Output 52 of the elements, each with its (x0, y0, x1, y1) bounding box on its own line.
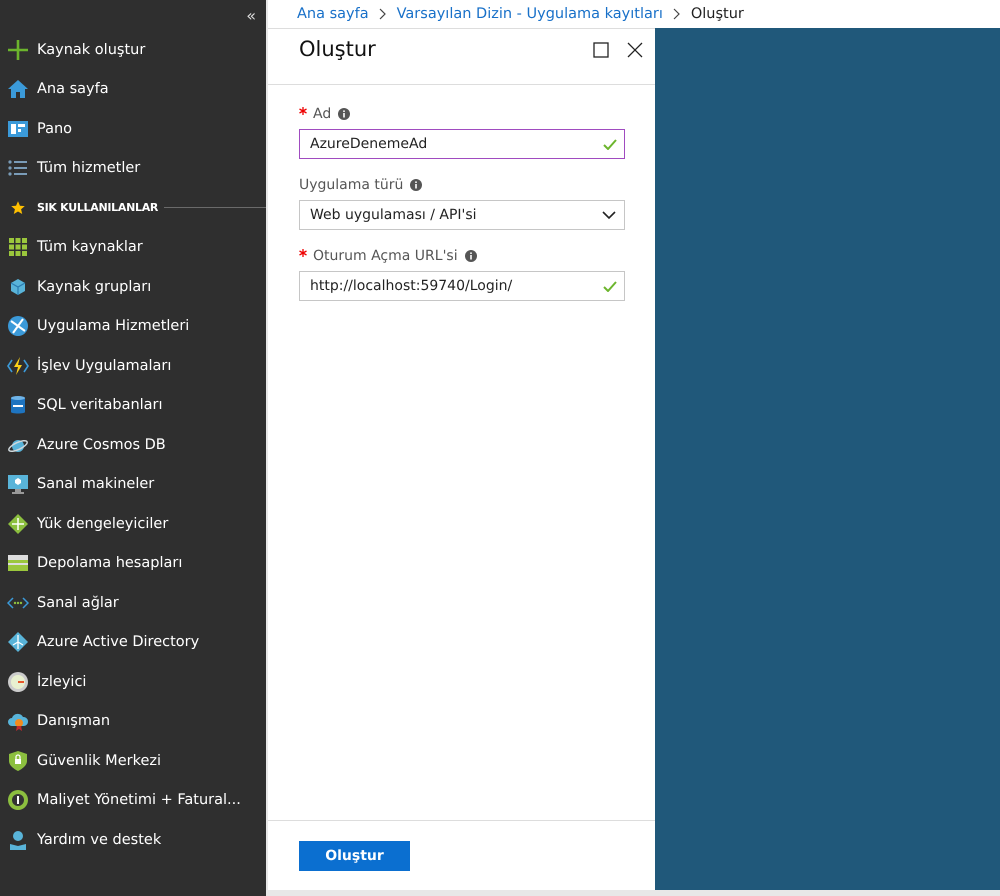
chevron-right-icon (672, 8, 681, 20)
collapse-button[interactable]: « (244, 6, 258, 24)
sidebar-item[interactable]: Azure Cosmos DB (0, 425, 266, 464)
sidebar-item[interactable]: SQL veritabanları (0, 386, 266, 425)
gauge-icon (7, 670, 29, 693)
diamond-icon (7, 631, 29, 654)
bolt-icon (7, 354, 29, 377)
person-icon (7, 828, 29, 851)
breadcrumb-link[interactable]: Ana sayfa (297, 6, 369, 22)
sidebar-item[interactable]: Maliyet Yönetimi + Fatural... (0, 780, 266, 820)
sidebar-item[interactable]: Tüm hizmetler (0, 148, 266, 188)
section-heading: SIK KULLANILANLAR (37, 201, 158, 214)
input-field[interactable]: http://localhost:59740/Login/ (299, 271, 625, 301)
blade-title: Oluştur (299, 37, 376, 63)
sidebar-item[interactable]: Kaynak oluştur (0, 30, 266, 70)
dropdown[interactable]: Web uygulaması / API'si (299, 200, 625, 230)
grid-icon (7, 236, 29, 258)
info-icon[interactable] (410, 179, 422, 191)
sidebar-item[interactable]: Yardım ve destek (0, 820, 266, 860)
monitor-icon (7, 473, 29, 496)
chevron-down-icon (602, 210, 616, 220)
field-label: Uygulama türü (299, 177, 404, 193)
sidebar-item[interactable]: Azure Active Directory (0, 622, 266, 662)
info-icon[interactable] (338, 108, 350, 120)
house-icon (7, 78, 29, 100)
sidebar-item[interactable]: İşlev Uygulamaları (0, 346, 266, 386)
sidebar-item[interactable]: Depolama hesapları (0, 544, 266, 583)
shield-icon (7, 750, 29, 772)
maximize-button[interactable] (591, 40, 611, 60)
plus-icon (7, 38, 29, 61)
sidebar-item[interactable]: Ana sayfa (0, 70, 266, 109)
field-label: Oturum Açma URL'si (313, 248, 458, 264)
sidebar-item[interactable]: Sanal makineler (0, 464, 266, 504)
breadcrumb-current: Oluştur (690, 6, 744, 22)
diamond-icon (7, 512, 29, 535)
info-icon[interactable] (464, 250, 477, 262)
sidebar-item[interactable]: Kaynak grupları (0, 267, 266, 306)
sidebar-item[interactable]: Pano (0, 109, 266, 148)
create-button[interactable]: Oluştur (299, 841, 410, 871)
sidebar-item[interactable]: Sanal ağlar (0, 583, 266, 622)
input-field[interactable]: AzureDenemeAd (299, 129, 625, 159)
star-icon (10, 200, 26, 216)
sidebar-item[interactable]: Yük dengeleyiciler (0, 504, 266, 544)
close-button[interactable] (625, 40, 645, 60)
field-label: Ad (313, 106, 332, 122)
sidebar-item[interactable]: İzleyici (0, 662, 266, 702)
sidebar-item[interactable]: Danışman (0, 702, 266, 741)
chevron-right-icon (378, 8, 387, 20)
sidebar-item[interactable]: Uygulama Hizmetleri (0, 306, 266, 346)
sidebar-item[interactable]: Tüm kaynaklar (0, 228, 266, 267)
breadcrumb-link[interactable]: Varsayılan Dizin - Uygulama kayıtları (396, 6, 663, 22)
sidebar-item[interactable]: Güvenlik Merkezi (0, 741, 266, 780)
